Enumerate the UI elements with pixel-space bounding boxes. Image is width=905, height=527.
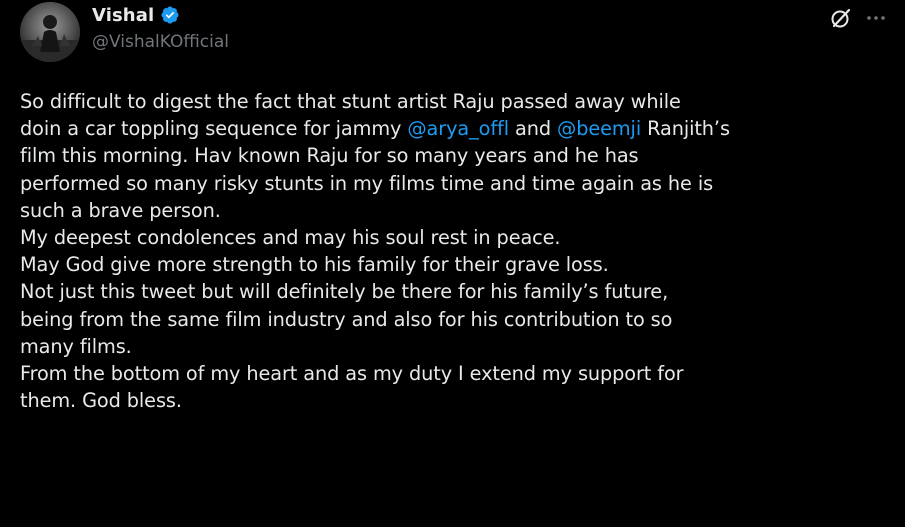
tweet-line: Not just this tweet but will definitely … <box>20 278 895 305</box>
tweet-text-segment: doin a car toppling sequence for jammy <box>20 117 408 141</box>
tweet-line: being from the same film industry and al… <box>20 306 895 333</box>
mention-link[interactable]: @arya_offl <box>407 117 509 140</box>
tweet-text-segment: such a brave person. <box>20 198 221 222</box>
tweet-line: performed so many risky stunts in my fil… <box>20 170 895 197</box>
author-handle[interactable]: @VishalKOfficial <box>92 32 229 52</box>
tweet-line: them. God bless. <box>20 387 895 414</box>
tweet-text-segment: Ranjith’s <box>641 117 730 141</box>
tweet-text-segment: My deepest condolences and may his soul … <box>20 226 561 250</box>
name-row: Vishal <box>92 2 229 28</box>
tweet-text-segment: being from the same film industry and al… <box>20 307 673 331</box>
avatar[interactable] <box>20 2 80 62</box>
tweet-line: such a brave person. <box>20 197 895 224</box>
tweet-line: From the bottom of my heart and as my du… <box>20 360 895 387</box>
author-name[interactable]: Vishal <box>92 5 154 26</box>
tweet-text-segment: many films. <box>20 334 132 358</box>
verified-badge-icon <box>160 5 180 25</box>
tweet-text-segment: Not just this tweet but will definitely … <box>20 280 669 304</box>
tweet-line: film this morning. Hav known Raju for so… <box>20 142 895 169</box>
tweet-line: May God give more strength to his family… <box>20 251 895 278</box>
tweet-line: doin a car toppling sequence for jammy @… <box>20 115 895 142</box>
tweet-text-segment: May God give more strength to his family… <box>20 253 609 277</box>
tweet-text-segment: From the bottom of my heart and as my du… <box>20 362 684 386</box>
more-dots-icon[interactable] <box>865 6 887 30</box>
tweet-line: many films. <box>20 333 895 360</box>
tweet-actions <box>829 6 887 30</box>
tweet-line: My deepest condolences and may his soul … <box>20 224 895 251</box>
tweet-text-segment: and <box>508 117 558 141</box>
mention-link[interactable]: @beemji <box>557 117 641 140</box>
tweet-card: Vishal @VishalKOfficial So difficult to … <box>0 0 905 527</box>
avatar-image <box>20 2 80 62</box>
tweet-text-segment: performed so many risky stunts in my fil… <box>20 171 714 195</box>
tweet-text-segment: them. God bless. <box>20 389 182 413</box>
tweet-line: So difficult to digest the fact that stu… <box>20 88 895 115</box>
tweet-text: So difficult to digest the fact that stu… <box>20 88 895 414</box>
tweet-text-segment: film this morning. Hav known Raju for so… <box>20 144 639 168</box>
tweet-header: Vishal @VishalKOfficial <box>92 2 229 53</box>
grok-slash-icon[interactable] <box>829 6 853 30</box>
tweet-text-segment: So difficult to digest the fact that stu… <box>20 90 681 113</box>
